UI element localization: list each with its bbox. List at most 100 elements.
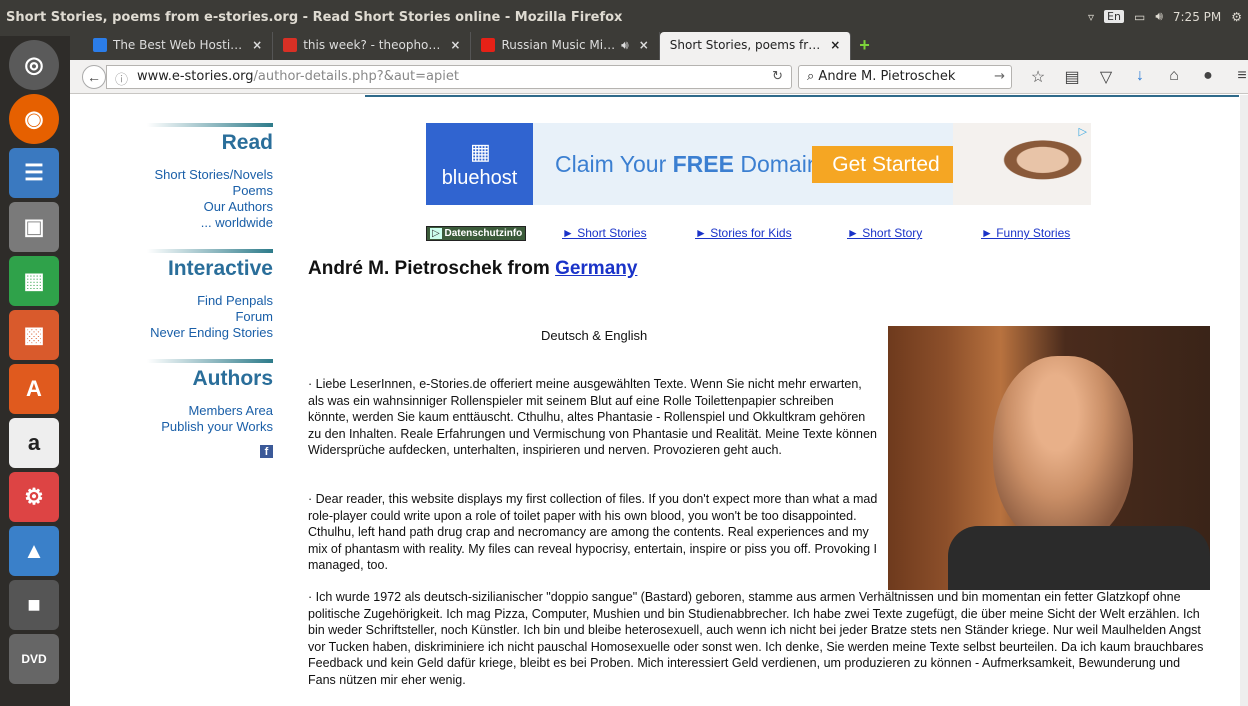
close-tab-icon[interactable]: × (639, 38, 649, 52)
privacy-info-button[interactable]: ▷ Datenschutzinfo (426, 226, 527, 241)
privacy-label: Datenschutzinfo (444, 228, 523, 239)
settings-gear-icon[interactable]: ⚙ (1231, 10, 1242, 24)
tab-label: Short Stories, poems fr… (669, 38, 821, 52)
bluehost-ad[interactable]: ▦ bluehost Claim Your FREE Domain Get St… (426, 123, 1091, 205)
link-members-area[interactable]: Members Area (147, 403, 273, 419)
author-heading: André M. Pietroschek from Germany (308, 258, 637, 280)
link-short-stories-novels[interactable]: Short Stories/Novels (147, 167, 274, 183)
link-forum[interactable]: Forum (147, 309, 273, 325)
search-go-icon[interactable]: → (994, 69, 1005, 84)
authors-heading: Authors (192, 367, 274, 390)
url-domain: www.e-stories.org (137, 69, 254, 84)
ad-headline: Claim Your FREE Domain (555, 151, 820, 178)
link-find-penpals[interactable]: Find Penpals (147, 293, 273, 309)
tab-short-stories[interactable]: Short Stories, poems fr… × (659, 32, 852, 60)
facebook-icon[interactable]: f (260, 445, 273, 458)
link-never-ending-stories[interactable]: Never Ending Stories (147, 325, 273, 341)
section-bar (147, 123, 273, 127)
bookmark-star-icon[interactable]: ☆ (1028, 67, 1048, 87)
link-poems[interactable]: Poems (147, 183, 273, 199)
reading-list-icon[interactable]: ▤ (1062, 67, 1082, 87)
writer-icon[interactable]: ☰ (9, 148, 59, 198)
reload-icon[interactable]: ↻ (772, 69, 783, 84)
read-section: Read Short Stories/Novels Poems Our Auth… (147, 123, 273, 231)
play-icon: ▷ (430, 228, 442, 239)
nav-stories-for-kids[interactable]: ► Stories for Kids (695, 226, 792, 240)
bio-paragraph-english: · Dear reader, this website displays my … (308, 492, 878, 572)
site-info-icon[interactable]: ⓘ (115, 69, 128, 88)
wifi-icon[interactable]: ▿ (1088, 10, 1094, 24)
tab-bar: The Best Web Hosti… × this week? - theop… (83, 32, 878, 60)
tab-label: this week? - theopho… (303, 38, 441, 52)
window-title: Short Stories, poems from e-stories.org … (6, 10, 623, 25)
ad-choices-icon[interactable]: ▷ (1079, 125, 1087, 138)
youtube-icon (481, 38, 496, 52)
bluehost-logo: ▦ bluehost (426, 123, 533, 205)
photo-head (993, 356, 1133, 546)
language-subtitle: Deutsch & English (541, 328, 648, 343)
new-tab-button[interactable]: + (851, 32, 878, 60)
window-title-bar: Short Stories, poems from e-stories.org … (0, 0, 1248, 36)
tab-youtube[interactable]: Russian Music Mi… 🔊︎ × (471, 32, 660, 60)
search-box[interactable]: ⌕ Andre M. Pietroschek → (798, 65, 1012, 89)
close-tab-icon[interactable]: × (252, 38, 262, 52)
ad-brand: bluehost (441, 167, 518, 189)
audio-playing-icon[interactable]: 🔊︎ (621, 38, 629, 53)
clock[interactable]: 7:25 PM (1173, 10, 1221, 24)
toolbar-icons: ☆ ▤ ▽ ↓ ⌂ ● ≡ (1028, 67, 1248, 87)
mail-icon (283, 38, 298, 52)
header-divider (365, 95, 1239, 97)
ad-photo (953, 123, 1091, 205)
link-publish-your-works[interactable]: Publish your Works (147, 419, 273, 435)
pocket-icon[interactable]: ▽ (1096, 67, 1116, 87)
link-our-authors[interactable]: Our Authors (147, 199, 273, 215)
launcher: ◎ ◉ ☰ ▣ ▦ ▩ A a ⚙ ▲ ■ DVD (0, 36, 70, 706)
files-icon[interactable]: ▣ (9, 202, 59, 252)
chat-icon[interactable]: ● (1198, 67, 1218, 87)
grid-icon (93, 38, 107, 52)
section-bar (147, 249, 273, 253)
workspace-icon[interactable]: ■ (9, 580, 59, 630)
keyboard-language[interactable]: En (1104, 10, 1124, 23)
system-tray: ▿ En ▭ 🔊︎ 7:25 PM ⚙ (1088, 9, 1242, 24)
url-path: /author-details.php?&aut=apiet (253, 69, 459, 84)
home-icon[interactable]: ⌂ (1164, 67, 1184, 87)
get-started-button[interactable]: Get Started (812, 146, 960, 183)
back-button[interactable]: ← (82, 65, 106, 89)
author-photo (888, 326, 1210, 590)
menu-icon[interactable]: ≡ (1232, 67, 1248, 87)
downloads-icon[interactable]: ↓ (1130, 67, 1150, 87)
firefox-icon[interactable]: ◉ (9, 94, 59, 144)
dvd-icon[interactable]: DVD (9, 634, 59, 684)
nav-short-story[interactable]: ► Short Story (847, 226, 922, 240)
navigation-toolbar: ← ⓘ www.e-stories.org/author-details.php… (70, 60, 1248, 94)
bio-paragraph-german: · Liebe LeserInnen, e-Stories.de offerie… (308, 377, 877, 457)
sidebar: Read Short Stories/Novels Poems Our Auth… (147, 123, 273, 476)
system-settings-icon[interactable]: ⚙ (9, 472, 59, 522)
scrollbar[interactable] (1240, 95, 1248, 706)
volume-icon[interactable]: 🔊︎ (1155, 9, 1163, 24)
battery-icon[interactable]: ▭ (1134, 10, 1145, 24)
software-center-icon[interactable]: A (9, 364, 59, 414)
tab-web-hosting[interactable]: The Best Web Hosti… × (83, 32, 274, 60)
nav-short-stories[interactable]: ► Short Stories (562, 226, 647, 240)
bio-paragraph-about: · Ich wurde 1972 als deutsch-sizilianisc… (308, 590, 1204, 687)
web-page: Read Short Stories/Novels Poems Our Auth… (70, 95, 1240, 706)
link-worldwide[interactable]: ... worldwide (147, 215, 273, 231)
country-link[interactable]: Germany (555, 258, 637, 279)
close-tab-icon[interactable]: × (830, 38, 840, 52)
url-bar[interactable]: ⓘ www.e-stories.org/author-details.php?&… (106, 65, 792, 89)
interactive-heading: Interactive (167, 257, 273, 280)
amazon-icon[interactable]: a (9, 418, 59, 468)
nav-funny-stories[interactable]: ► Funny Stories (981, 226, 1070, 240)
grid-icon: ▦ (470, 139, 491, 164)
read-heading: Read (221, 131, 273, 154)
app-icon[interactable]: ▲ (9, 526, 59, 576)
ubuntu-dash-icon[interactable]: ◎ (9, 40, 59, 90)
tab-gmail[interactable]: this week? - theopho… × (273, 32, 472, 60)
calc-icon[interactable]: ▦ (9, 256, 59, 306)
impress-icon[interactable]: ▩ (9, 310, 59, 360)
authors-section: Authors Members Area Publish your Works … (147, 359, 273, 458)
tab-label: Russian Music Mi… (501, 38, 616, 52)
close-tab-icon[interactable]: × (450, 38, 460, 52)
